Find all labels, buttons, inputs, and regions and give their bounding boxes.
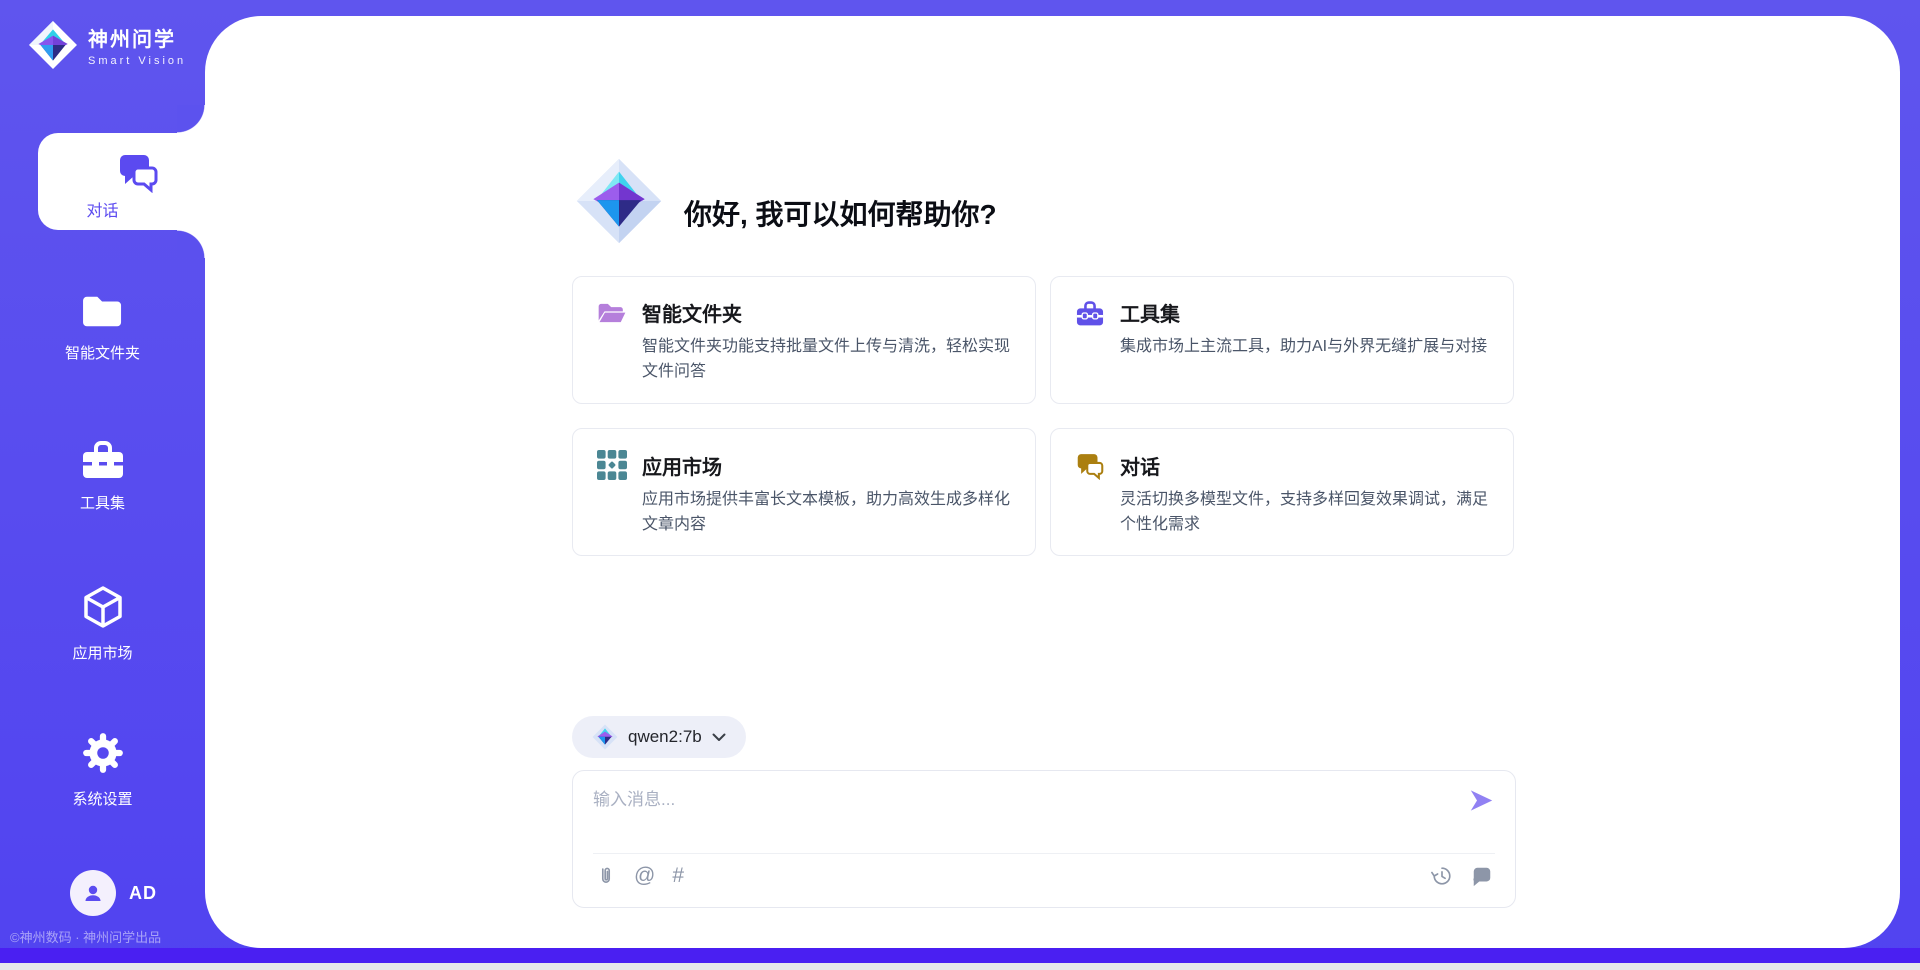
folder-icon xyxy=(81,292,125,330)
feature-card-toolset[interactable]: 工具集 集成市场上主流工具，助力AI与外界无缝扩展与对接 xyxy=(1050,276,1514,404)
toolbox-icon xyxy=(1075,299,1105,327)
sidebar-item-toolset[interactable]: 工具集 xyxy=(0,438,205,513)
sidebar-item-label: 应用市场 xyxy=(0,642,205,663)
paperclip-icon[interactable] xyxy=(595,865,617,887)
card-title: 应用市场 xyxy=(642,451,722,480)
app-window: 神州问学 Smart Vision 对话 智能文件夹 工具集 xyxy=(0,0,1920,970)
chat-bubble-icon[interactable] xyxy=(1471,865,1493,887)
cube-icon xyxy=(80,584,126,630)
sidebar-item-settings[interactable]: 系统设置 xyxy=(0,730,205,809)
gear-icon xyxy=(80,730,126,776)
card-title: 对话 xyxy=(1120,451,1160,480)
toolbox-icon xyxy=(80,438,126,480)
chat-icon xyxy=(1075,450,1105,480)
chevron-down-icon xyxy=(712,733,726,742)
feature-card-chat[interactable]: 对话 灵活切换多模型文件，支持多样回复效果调试，满足个性化需求 xyxy=(1050,428,1514,556)
at-icon[interactable]: @ xyxy=(634,865,655,887)
model-name: qwen2:7b xyxy=(628,727,702,747)
grid-icon xyxy=(597,450,627,480)
card-title: 智能文件夹 xyxy=(642,298,742,327)
card-description: 灵活切换多模型文件，支持多样回复效果调试，满足个性化需求 xyxy=(1120,487,1502,537)
sidebar-item-label: 智能文件夹 xyxy=(0,342,205,363)
person-icon xyxy=(81,881,105,905)
sidebar-item-label: 系统设置 xyxy=(0,788,205,809)
sidebar-item-label: 工具集 xyxy=(0,492,205,513)
history-icon[interactable] xyxy=(1431,865,1453,887)
sidebar-item-app-market[interactable]: 应用市场 xyxy=(0,584,205,663)
sidebar-item-label: 对话 xyxy=(0,197,205,221)
composer-divider xyxy=(593,853,1495,854)
card-title: 工具集 xyxy=(1120,298,1180,327)
open-folder-icon xyxy=(597,300,627,326)
card-description: 应用市场提供丰富长文本模板，助力高效生成多样化文章内容 xyxy=(642,487,1024,537)
chat-icon xyxy=(116,149,160,193)
message-composer: @ # xyxy=(572,770,1516,908)
brand-name: 神州问学 xyxy=(88,23,186,52)
message-input[interactable] xyxy=(593,785,1443,843)
copyright-text: ©神州数码 · 神州问学出品 xyxy=(10,927,161,946)
send-icon[interactable] xyxy=(1468,787,1495,814)
sidebar-item-chat[interactable]: 对话 xyxy=(38,133,207,230)
diamond-logo-icon xyxy=(28,20,78,70)
diamond-logo-icon xyxy=(575,157,663,245)
tab-fillet-bottom xyxy=(177,230,205,258)
feature-card-smart-folder[interactable]: 智能文件夹 智能文件夹功能支持批量文件上传与清洗，轻松实现文件问答 xyxy=(572,276,1036,404)
greeting-title: 你好, 我可以如何帮助你? xyxy=(684,193,997,233)
card-description: 智能文件夹功能支持批量文件上传与清洗，轻松实现文件问答 xyxy=(642,334,1024,384)
model-selector[interactable]: qwen2:7b xyxy=(572,716,746,758)
tab-fillet-top xyxy=(177,105,205,133)
user-account[interactable]: AD xyxy=(70,870,157,916)
horizontal-scrollbar[interactable] xyxy=(0,963,1920,970)
diamond-logo-icon xyxy=(592,724,618,750)
bottom-accent-bar xyxy=(0,948,1920,963)
card-description: 集成市场上主流工具，助力AI与外界无缝扩展与对接 xyxy=(1120,334,1502,359)
sidebar-item-smart-folder[interactable]: 智能文件夹 xyxy=(0,292,205,363)
avatar xyxy=(70,870,116,916)
user-initials: AD xyxy=(129,883,157,904)
feature-card-app-market[interactable]: 应用市场 应用市场提供丰富长文本模板，助力高效生成多样化文章内容 xyxy=(572,428,1036,556)
hash-icon[interactable]: # xyxy=(672,865,684,887)
brand-subtitle: Smart Vision xyxy=(88,55,186,67)
brand-logo: 神州问学 Smart Vision xyxy=(28,20,186,70)
